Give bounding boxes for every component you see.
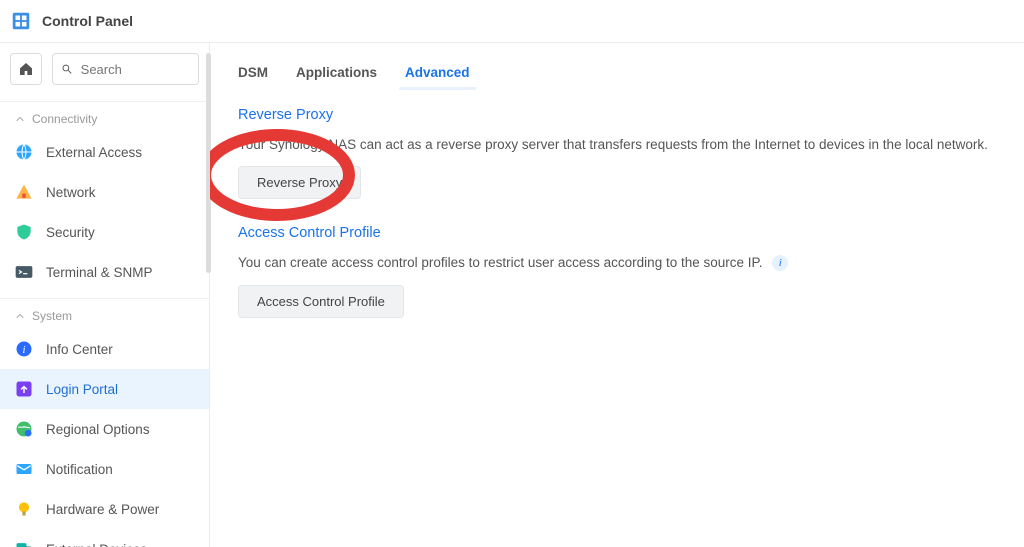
window-title: Control Panel xyxy=(42,13,133,29)
svg-text:i: i xyxy=(22,344,25,356)
chevron-up-icon xyxy=(14,113,26,125)
sidebar: Connectivity External Access Network Sec… xyxy=(0,43,210,547)
section-title-reverse-proxy: Reverse Proxy xyxy=(238,107,996,123)
info-icon: i xyxy=(14,339,34,359)
terminal-icon xyxy=(14,262,34,282)
tab-bar: DSM Applications Advanced xyxy=(238,59,996,93)
sidebar-item-label: Notification xyxy=(46,462,113,477)
sidebar-section-label: Connectivity xyxy=(32,112,97,126)
sidebar-section-connectivity[interactable]: Connectivity xyxy=(0,101,209,132)
sidebar-item-label: Terminal & SNMP xyxy=(46,265,153,280)
search-field[interactable] xyxy=(52,53,199,85)
shield-icon xyxy=(14,222,34,242)
tab-dsm[interactable]: DSM xyxy=(238,59,268,92)
notification-icon xyxy=(14,459,34,479)
access-control-profile-button[interactable]: Access Control Profile xyxy=(238,285,404,318)
search-input[interactable] xyxy=(79,61,190,78)
sidebar-item-hardware-power[interactable]: Hardware & Power xyxy=(0,489,209,529)
search-icon xyxy=(61,62,73,76)
home-button[interactable] xyxy=(10,53,42,85)
sidebar-item-external-access[interactable]: External Access xyxy=(0,132,209,172)
info-icon[interactable]: i xyxy=(772,255,788,271)
sidebar-item-label: Regional Options xyxy=(46,422,150,437)
sidebar-item-security[interactable]: Security xyxy=(0,212,209,252)
sidebar-item-info-center[interactable]: i Info Center xyxy=(0,329,209,369)
access-control-desc-text: You can create access control profiles t… xyxy=(238,255,763,270)
window-titlebar: Control Panel xyxy=(0,0,1024,43)
network-icon xyxy=(14,182,34,202)
chevron-up-icon xyxy=(14,310,26,322)
lightbulb-icon xyxy=(14,499,34,519)
sidebar-item-login-portal[interactable]: Login Portal xyxy=(0,369,209,409)
tab-applications[interactable]: Applications xyxy=(296,59,377,92)
sidebar-item-notification[interactable]: Notification xyxy=(0,449,209,489)
sidebar-item-label: Info Center xyxy=(46,342,113,357)
tab-advanced[interactable]: Advanced xyxy=(405,59,470,92)
control-panel-icon xyxy=(10,10,32,32)
section-desc-access-control: You can create access control profiles t… xyxy=(238,255,996,271)
sidebar-section-system[interactable]: System xyxy=(0,298,209,329)
sidebar-item-label: Network xyxy=(46,185,96,200)
sidebar-section-label: System xyxy=(32,309,72,323)
sidebar-item-label: Login Portal xyxy=(46,382,118,397)
section-desc-reverse-proxy: Your Synology NAS can act as a reverse p… xyxy=(238,137,996,152)
sidebar-item-regional-options[interactable]: Regional Options xyxy=(0,409,209,449)
sidebar-item-label: External Access xyxy=(46,145,142,160)
globe-region-icon xyxy=(14,419,34,439)
main-content: DSM Applications Advanced Reverse Proxy … xyxy=(210,43,1024,547)
login-portal-icon xyxy=(14,379,34,399)
reverse-proxy-button[interactable]: Reverse Proxy xyxy=(238,166,361,199)
section-title-access-control: Access Control Profile xyxy=(238,225,996,241)
sidebar-item-external-devices[interactable]: External Devices xyxy=(0,529,209,547)
devices-icon xyxy=(14,539,34,547)
sidebar-item-label: Security xyxy=(46,225,95,240)
sidebar-item-label: External Devices xyxy=(46,542,147,547)
sidebar-item-network[interactable]: Network xyxy=(0,172,209,212)
sidebar-item-terminal-snmp[interactable]: Terminal & SNMP xyxy=(0,252,209,292)
globe-icon xyxy=(14,142,34,162)
sidebar-item-label: Hardware & Power xyxy=(46,502,159,517)
